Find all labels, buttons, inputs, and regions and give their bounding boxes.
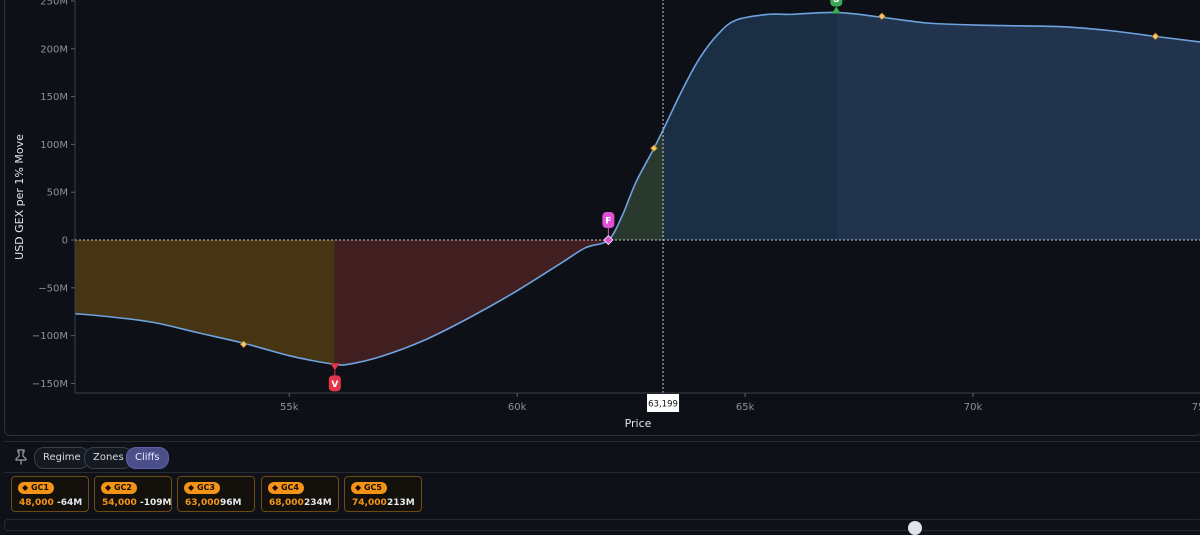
cliff-price: 54,000 (102, 498, 137, 508)
cliff-card[interactable]: ◆ GC5 74,000 213M (344, 476, 422, 512)
chart-toolbar: Regime Zones Cliffs (4, 441, 1200, 473)
flip-label: F (605, 217, 611, 227)
crosshair-price-label: 63,199 (648, 400, 678, 410)
cliff-tag: ◆ GC2 (101, 482, 137, 494)
x-tick-label: 60k (508, 402, 527, 413)
x-tick-label: 65k (736, 402, 755, 413)
cliff-tag: ◆ GC5 (351, 482, 387, 494)
pin-icon[interactable] (14, 449, 28, 465)
cliff-card[interactable]: ◆ GC1 48,000 -64M (11, 476, 89, 512)
cliff-tag: ◆ GC3 (184, 482, 220, 494)
y-tick-label: 0 (62, 236, 68, 247)
y-tick-label: −150M (32, 379, 68, 390)
cliff-value: 96M (220, 498, 242, 508)
cliff-card[interactable]: ◆ GC4 68,000 234M (261, 476, 339, 512)
cliff-card[interactable]: ◆ GC2 54,000 -109M (94, 476, 172, 512)
bottom-panel (4, 519, 1200, 531)
x-axis-title: Price (625, 417, 652, 430)
cliff-value: -64M (57, 498, 83, 508)
gex-chart-panel: 250M 200M 150M 100M 50M 0 −50M −100M −150M 55k 60k… (4, 0, 1200, 436)
y-tick-label: −100M (32, 331, 68, 342)
y-tick-label: 150M (40, 92, 68, 103)
cliff-value: -109M (140, 498, 172, 508)
x-tick-label: 75k (1192, 402, 1200, 413)
cliff-tag: ◆ GC4 (268, 482, 304, 494)
y-tick-label: 100M (40, 140, 68, 151)
y-tick-label: 200M (40, 44, 68, 55)
x-tick-label: 55k (280, 402, 299, 413)
gex-chart: 250M 200M 150M 100M 50M 0 −50M −100M −150M 55k 60k… (13, 0, 1200, 430)
y-tick-label: 50M (47, 188, 68, 199)
slider-handle[interactable] (908, 521, 922, 535)
regime-toggle[interactable]: Regime (34, 447, 90, 469)
x-tick-label: 70k (964, 402, 983, 413)
cliff-price: 74,000 (352, 498, 387, 508)
valley-label: V (331, 380, 338, 390)
cliff-value: 213M (387, 498, 415, 508)
cliff-list: ◆ GC1 48,000 -64M ◆ GC2 54,000 -109M ◆ G… (0, 472, 1200, 520)
cliff-price: 68,000 (269, 498, 304, 508)
cliff-price: 48,000 (19, 498, 54, 508)
y-tick-label: 250M (40, 0, 68, 8)
cliff-card[interactable]: ◆ GC3 63,000 96M (177, 476, 255, 512)
gex-zone-fill (836, 12, 1200, 241)
summit-label: S (833, 0, 839, 5)
cliff-value: 234M (304, 498, 332, 508)
cliff-tag: ◆ GC1 (18, 482, 54, 494)
cliff-price: 63,000 (185, 498, 220, 508)
y-tick-label: −50M (38, 283, 68, 294)
cliffs-toggle[interactable]: Cliffs (126, 447, 169, 469)
y-axis-title: USD GEX per 1% Move (13, 134, 26, 260)
